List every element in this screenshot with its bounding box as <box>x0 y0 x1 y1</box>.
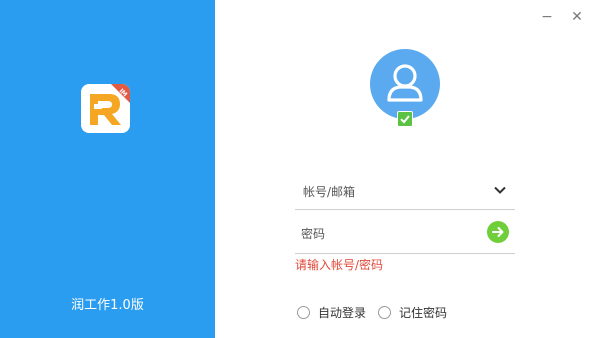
password-input[interactable] <box>301 222 481 246</box>
arrow-right-icon <box>492 227 504 237</box>
account-input[interactable] <box>303 180 483 204</box>
user-avatar[interactable] <box>370 49 440 119</box>
branding-panel: IM 润工作1.0版 <box>0 0 215 338</box>
auto-login-option[interactable]: 自动登录 <box>297 304 366 320</box>
close-button[interactable]: ✕ <box>570 10 584 24</box>
remember-password-option[interactable]: 记住密码 <box>378 304 447 320</box>
auto-login-radio[interactable] <box>297 305 310 319</box>
login-window: IM 润工作1.0版 − ✕ 帐号/邮箱 请输入帐号/密码 自动登录 记住密码 <box>0 0 589 338</box>
checkmark-icon <box>400 115 410 124</box>
remember-password-label: 记住密码 <box>399 305 448 320</box>
app-logo: IM <box>81 84 130 133</box>
chevron-down-icon[interactable] <box>493 183 507 197</box>
auto-login-label: 自动登录 <box>318 305 367 320</box>
status-badge[interactable] <box>397 111 413 127</box>
user-icon <box>387 64 423 102</box>
account-field <box>295 174 515 210</box>
password-field <box>295 217 515 254</box>
error-message: 请输入帐号/密码 <box>295 258 384 272</box>
remember-password-radio[interactable] <box>378 305 391 319</box>
login-button[interactable] <box>487 221 509 243</box>
version-label: 润工作1.0版 <box>71 298 144 313</box>
minimize-button[interactable]: − <box>540 10 554 24</box>
